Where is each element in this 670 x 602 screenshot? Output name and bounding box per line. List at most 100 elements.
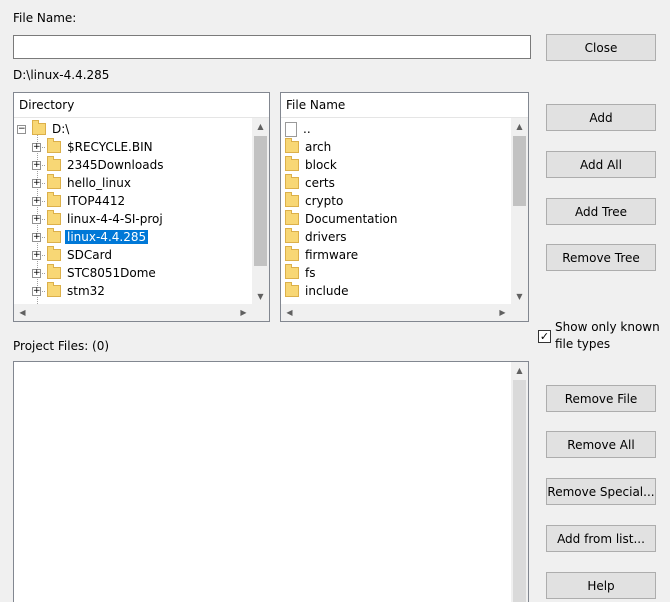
file-list-panel[interactable]: File Name .. arch block certs crypto Document… bbox=[280, 92, 529, 322]
document-icon bbox=[285, 121, 297, 137]
scroll-right-icon[interactable]: ▶ bbox=[494, 304, 511, 321]
file-list-item-label: drivers bbox=[305, 230, 347, 244]
directory-item[interactable]: + SDCard bbox=[32, 246, 114, 264]
directory-item-label: linux-4-4-SI-proj bbox=[67, 212, 163, 226]
directory-item-label: $RECYCLE.BIN bbox=[67, 140, 153, 154]
directory-item-label: hello_linux bbox=[67, 176, 131, 190]
add-all-button[interactable]: Add All bbox=[546, 151, 656, 178]
close-button[interactable]: Close bbox=[546, 34, 656, 61]
remove-all-button[interactable]: Remove All bbox=[546, 431, 656, 458]
folder-icon bbox=[285, 282, 299, 297]
checkmark-icon: ✓ bbox=[539, 330, 550, 343]
project-files-label: Project Files: (0) bbox=[13, 339, 110, 353]
show-known-checkbox[interactable]: ✓ bbox=[538, 330, 551, 343]
folder-icon bbox=[285, 138, 299, 153]
file-list-item[interactable]: include bbox=[285, 282, 348, 300]
directory-vscroll[interactable]: ▲ ▼ bbox=[252, 118, 269, 305]
project-files-list[interactable]: ▲ bbox=[13, 361, 529, 602]
file-list-item[interactable]: drivers bbox=[285, 228, 347, 246]
scroll-up-icon[interactable]: ▲ bbox=[511, 362, 528, 379]
scroll-left-icon[interactable]: ◀ bbox=[281, 304, 298, 321]
directory-item-label: 2345Downloads bbox=[67, 158, 164, 172]
directory-item-label: ITOP4412 bbox=[67, 194, 126, 208]
tree-root[interactable]: − D:\ bbox=[17, 120, 71, 138]
remove-file-button[interactable]: Remove File bbox=[546, 385, 656, 412]
file-list-item-label: firmware bbox=[305, 248, 359, 262]
add-from-list-button[interactable]: Add from list... bbox=[546, 525, 656, 552]
scroll-left-icon[interactable]: ◀ bbox=[14, 304, 31, 321]
directory-item[interactable]: +2345Downloads bbox=[32, 156, 165, 174]
folder-icon bbox=[285, 210, 299, 225]
folder-icon bbox=[285, 228, 299, 243]
minus-box-icon[interactable]: − bbox=[17, 124, 26, 134]
file-list-item[interactable]: crypto bbox=[285, 192, 343, 210]
file-list-item[interactable]: Documentation bbox=[285, 210, 398, 228]
plus-box-icon[interactable]: + bbox=[32, 286, 41, 296]
directory-item[interactable]: + stm32 bbox=[32, 282, 107, 300]
directory-item[interactable]: + hello_linux bbox=[32, 174, 133, 192]
scroll-down-icon[interactable]: ▼ bbox=[511, 288, 528, 305]
directory-item-label: stm32 bbox=[67, 284, 105, 298]
folder-icon bbox=[47, 282, 61, 297]
plus-box-icon[interactable]: + bbox=[32, 142, 41, 152]
add-button[interactable]: Add bbox=[546, 104, 656, 131]
remove-special-button[interactable]: Remove Special... bbox=[546, 478, 656, 505]
directory-hscroll[interactable]: ◀ ▶ bbox=[14, 304, 252, 321]
scroll-corner bbox=[252, 304, 269, 321]
folder-icon bbox=[285, 174, 299, 189]
directory-item[interactable]: + linux-4-4-SI-proj bbox=[32, 210, 165, 228]
plus-box-icon[interactable]: + bbox=[32, 214, 41, 224]
file-list-item[interactable]: .. bbox=[285, 120, 311, 138]
file-list-item-label: certs bbox=[305, 176, 335, 190]
file-list-item[interactable]: arch bbox=[285, 138, 331, 156]
folder-icon bbox=[285, 156, 299, 171]
plus-box-icon[interactable]: + bbox=[32, 160, 41, 170]
remove-tree-button[interactable]: Remove Tree bbox=[546, 244, 656, 271]
folder-icon bbox=[47, 192, 61, 207]
file-list-item-label: .. bbox=[303, 122, 311, 136]
project-files-vscroll[interactable]: ▲ bbox=[511, 362, 528, 602]
scroll-up-icon[interactable]: ▲ bbox=[252, 118, 269, 135]
tree-root-label: D:\ bbox=[52, 122, 70, 136]
directory-panel[interactable]: Directory − D:\ + $RECYCLE.BIN +2345Downlo… bbox=[13, 92, 270, 322]
file-list-item[interactable]: fs bbox=[285, 264, 315, 282]
file-name-label: File Name: bbox=[13, 11, 77, 25]
plus-box-icon[interactable]: + bbox=[32, 268, 41, 278]
scroll-down-icon[interactable]: ▼ bbox=[252, 288, 269, 305]
scroll-track bbox=[513, 380, 526, 602]
file-list-item-label: crypto bbox=[305, 194, 344, 208]
folder-icon bbox=[285, 264, 299, 279]
scroll-right-icon[interactable]: ▶ bbox=[235, 304, 252, 321]
scroll-up-icon[interactable]: ▲ bbox=[511, 118, 528, 135]
directory-header[interactable]: Directory bbox=[14, 93, 269, 118]
directory-item[interactable]: + ITOP4412 bbox=[32, 192, 127, 210]
plus-box-icon[interactable]: + bbox=[32, 250, 41, 260]
scroll-thumb[interactable] bbox=[513, 136, 526, 206]
help-button[interactable]: Help bbox=[546, 572, 656, 599]
add-tree-button[interactable]: Add Tree bbox=[546, 198, 656, 225]
file-list-item[interactable]: firmware bbox=[285, 246, 358, 264]
directory-item[interactable]: + STC8051Dome bbox=[32, 264, 158, 282]
directory-item-label: SDCard bbox=[67, 248, 112, 262]
file-list-hscroll[interactable]: ◀ ▶ bbox=[281, 304, 511, 321]
file-name-input[interactable] bbox=[13, 35, 531, 59]
file-list-item-label: arch bbox=[305, 140, 332, 154]
directory-item[interactable]: + $RECYCLE.BIN bbox=[32, 138, 155, 156]
file-list-vscroll[interactable]: ▲ ▼ bbox=[511, 118, 528, 305]
plus-box-icon[interactable]: + bbox=[32, 196, 41, 206]
folder-icon bbox=[285, 246, 299, 261]
file-list-header[interactable]: File Name bbox=[281, 93, 528, 118]
plus-box-icon[interactable]: + bbox=[32, 178, 41, 188]
scroll-thumb[interactable] bbox=[254, 136, 267, 266]
directory-item[interactable]: + linux-4.4.285 bbox=[32, 228, 149, 246]
directory-item-label: STC8051Dome bbox=[67, 266, 156, 280]
folder-icon bbox=[47, 174, 61, 189]
file-list-item-label: include bbox=[305, 284, 349, 298]
folder-icon bbox=[32, 120, 46, 135]
folder-icon bbox=[47, 138, 61, 153]
folder-icon bbox=[47, 264, 61, 279]
plus-box-icon[interactable]: + bbox=[32, 232, 41, 242]
file-list-item[interactable]: block bbox=[285, 156, 337, 174]
folder-icon bbox=[47, 228, 61, 243]
file-list-item[interactable]: certs bbox=[285, 174, 335, 192]
